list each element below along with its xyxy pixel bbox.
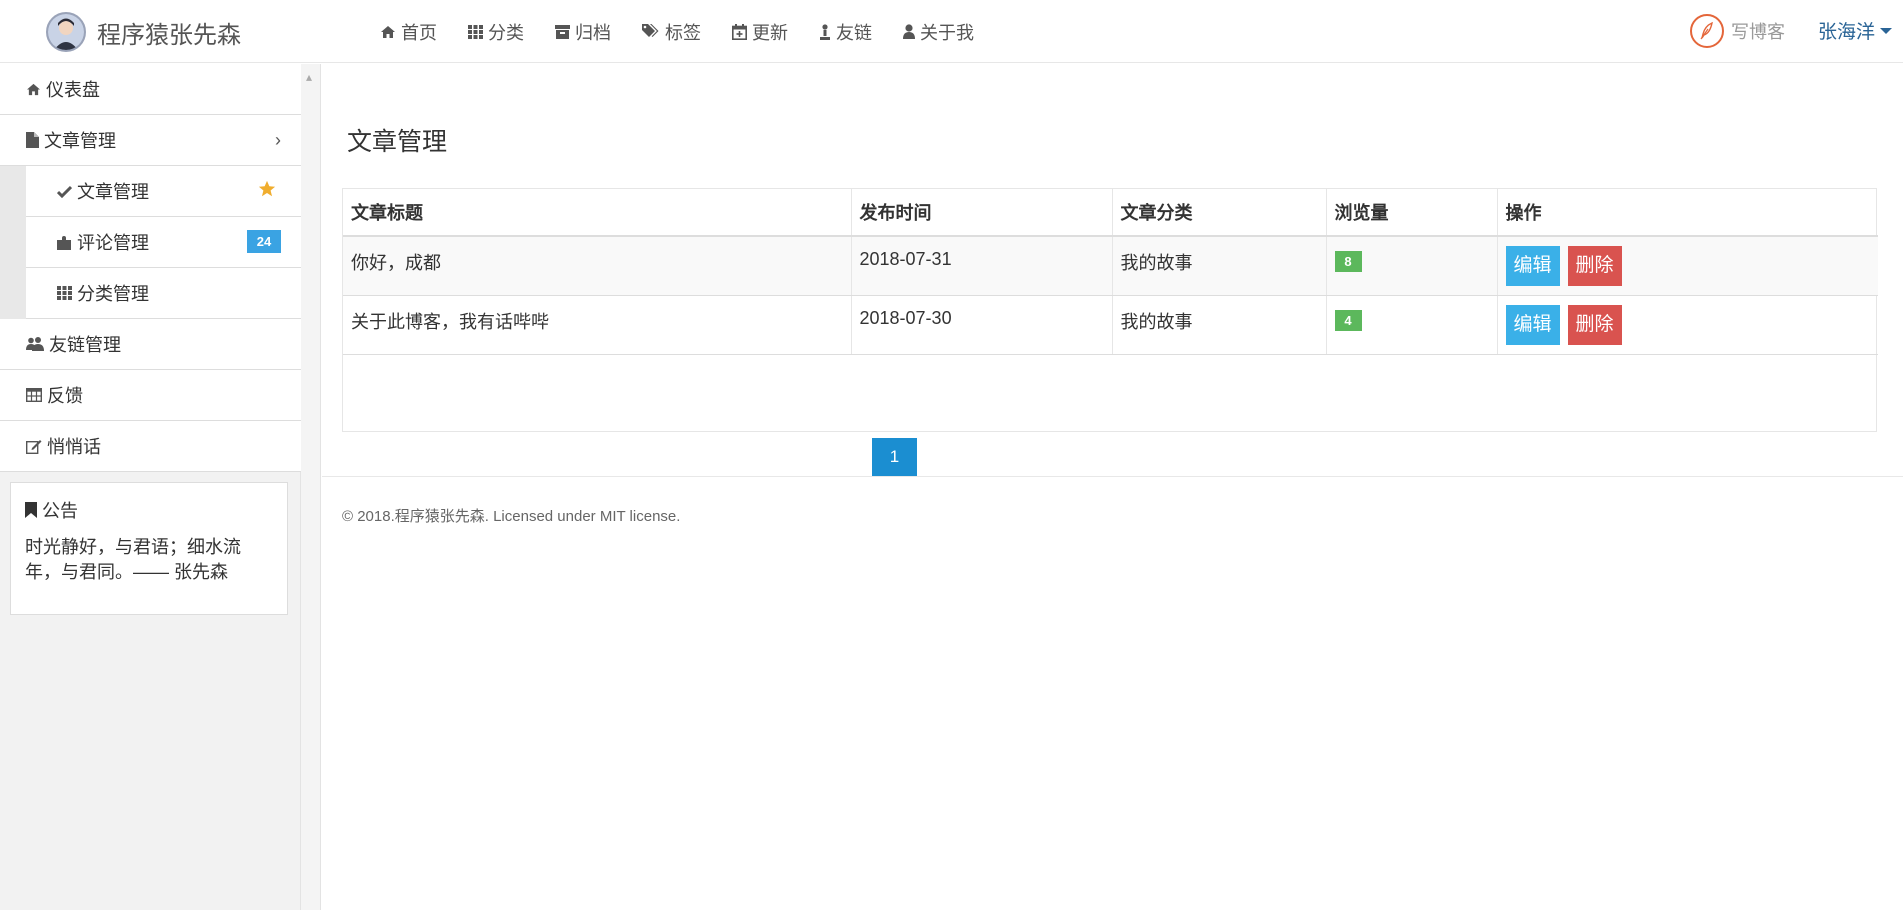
nav-label: 关于我 bbox=[920, 22, 974, 43]
main-nav: 首页 分类 归档 标签 更新 友链 关于我 bbox=[380, 0, 1005, 63]
archive-icon bbox=[555, 24, 570, 39]
sidebar-item-label: 文章管理 bbox=[44, 131, 116, 151]
cell-category: 我的故事 bbox=[1112, 236, 1327, 296]
cell-views: 8 bbox=[1326, 236, 1498, 296]
brand[interactable]: 程序猿张先森 bbox=[46, 12, 241, 52]
top-navbar: 程序猿张先森 首页 分类 归档 标签 更新 友链 关于我 写博客 张海洋 bbox=[0, 0, 1903, 63]
sidebar-item-articles[interactable]: 文章管理 › bbox=[0, 115, 301, 166]
footer-divider bbox=[322, 476, 1903, 477]
sidebar-item-label: 悄悄话 bbox=[47, 437, 101, 457]
quill-icon bbox=[1690, 14, 1724, 48]
nav-tags[interactable]: 标签 bbox=[642, 19, 701, 45]
check-icon bbox=[57, 185, 72, 198]
home-icon bbox=[27, 83, 40, 95]
edit-button[interactable]: 编辑 bbox=[1505, 246, 1560, 286]
cell-actions: 编辑 删除 bbox=[1497, 236, 1878, 296]
edit-icon bbox=[26, 439, 42, 454]
cell-views: 4 bbox=[1326, 295, 1498, 355]
nav-label: 标签 bbox=[665, 22, 701, 43]
user-menu[interactable]: 张海洋 bbox=[1818, 17, 1893, 44]
main-content: 文章管理 文章标题 发布时间 文章分类 浏览量 操作 你好，成都 2018-07… bbox=[322, 64, 1903, 910]
cell-actions: 编辑 删除 bbox=[1497, 295, 1878, 355]
sidebar-subitem-article-manage[interactable]: 文章管理 bbox=[26, 166, 301, 217]
tags-icon bbox=[642, 24, 659, 37]
nav-update[interactable]: 更新 bbox=[732, 19, 788, 45]
column-header-views: 浏览量 bbox=[1326, 189, 1498, 237]
cell-date: 2018-07-31 bbox=[851, 236, 1113, 296]
cell-date: 2018-07-30 bbox=[851, 295, 1113, 355]
grid-icon bbox=[57, 286, 72, 300]
notice-title: 公告 bbox=[25, 497, 273, 523]
bookmark-icon bbox=[25, 502, 37, 518]
grid-icon bbox=[468, 24, 483, 39]
views-badge: 4 bbox=[1334, 309, 1362, 331]
users-icon bbox=[26, 337, 44, 351]
sidebar-subitem-categories[interactable]: 分类管理 bbox=[26, 268, 301, 319]
sidebar-item-dashboard[interactable]: 仪表盘 bbox=[0, 64, 301, 115]
cell-title: 你好，成都 bbox=[343, 236, 852, 296]
column-header-date: 发布时间 bbox=[851, 189, 1113, 237]
notice-title-text: 公告 bbox=[42, 501, 78, 521]
sidebar-subitem-comments[interactable]: 评论管理 24 bbox=[26, 217, 301, 268]
sidebar-subitem-label: 分类管理 bbox=[77, 284, 149, 304]
write-blog-link[interactable]: 写博客 bbox=[1690, 12, 1785, 50]
sidebar-item-whisper[interactable]: 悄悄话 bbox=[0, 421, 301, 472]
scroll-up-icon: ▴ bbox=[306, 70, 313, 84]
nav-about[interactable]: 关于我 bbox=[903, 19, 974, 45]
pagination-page-1[interactable]: 1 bbox=[872, 438, 917, 476]
column-header-title: 文章标题 bbox=[343, 189, 852, 237]
cell-title: 关于此博客，我有话哔哔 bbox=[343, 295, 852, 355]
sidebar-item-label: 反馈 bbox=[47, 386, 83, 406]
nav-label: 分类 bbox=[488, 22, 524, 43]
submenu-indent bbox=[0, 166, 26, 319]
table-header-row: 文章标题 发布时间 文章分类 浏览量 操作 bbox=[343, 189, 1878, 237]
chevron-right-icon: › bbox=[275, 129, 281, 150]
sidebar-item-friend-links[interactable]: 友链管理 bbox=[0, 319, 301, 370]
home-icon bbox=[381, 25, 395, 38]
sidebar-subitem-label: 评论管理 bbox=[77, 233, 149, 253]
page-title: 文章管理 bbox=[347, 128, 448, 156]
user-icon bbox=[903, 24, 915, 39]
nav-label: 友链 bbox=[836, 22, 872, 43]
sidebar: 仪表盘 文章管理 › 文章管理 评论管理 24 分类管理 友链管理 反馈 悄悄话… bbox=[0, 64, 301, 910]
delete-button[interactable]: 删除 bbox=[1567, 304, 1622, 345]
nav-friend-links[interactable]: 友链 bbox=[819, 19, 872, 45]
write-blog-label: 写博客 bbox=[1731, 22, 1785, 42]
edit-button[interactable]: 编辑 bbox=[1505, 304, 1560, 345]
nav-archive[interactable]: 归档 bbox=[555, 19, 611, 45]
delete-button[interactable]: 删除 bbox=[1567, 246, 1622, 286]
puzzle-icon bbox=[57, 235, 71, 250]
sidebar-item-label: 仪表盘 bbox=[46, 80, 100, 100]
avatar bbox=[46, 12, 86, 52]
caret-down-icon bbox=[1880, 27, 1893, 34]
articles-table: 文章标题 发布时间 文章分类 浏览量 操作 你好，成都 2018-07-31 我… bbox=[342, 188, 1878, 476]
column-header-category: 文章分类 bbox=[1112, 189, 1327, 237]
table-icon bbox=[26, 388, 42, 402]
nav-label: 更新 bbox=[752, 22, 788, 43]
table-row: 关于此博客，我有话哔哔 2018-07-30 我的故事 4 编辑 删除 bbox=[343, 295, 1878, 355]
notice-panel: 公告 时光静好，与君语；细水流年，与君同。—— 张先森 bbox=[10, 482, 288, 615]
comment-count-badge: 24 bbox=[247, 230, 281, 253]
cell-category: 我的故事 bbox=[1112, 295, 1327, 355]
column-header-actions: 操作 bbox=[1497, 189, 1878, 237]
table-row: 你好，成都 2018-07-31 我的故事 8 编辑 删除 bbox=[343, 236, 1878, 296]
sidebar-scrollbar[interactable]: ▴ bbox=[301, 64, 321, 910]
file-icon bbox=[26, 132, 39, 148]
notice-text: 时光静好，与君语；细水流年，与君同。—— 张先森 bbox=[25, 537, 241, 582]
star-icon bbox=[258, 180, 276, 197]
nav-label: 首页 bbox=[401, 22, 437, 43]
nav-category[interactable]: 分类 bbox=[468, 19, 524, 45]
nav-home[interactable]: 首页 bbox=[380, 19, 437, 45]
link-person-icon bbox=[820, 23, 830, 40]
footer-copyright: © 2018.程序猿张先森. Licensed under MIT licens… bbox=[342, 508, 681, 525]
views-badge: 8 bbox=[1334, 251, 1362, 272]
nav-label: 归档 bbox=[575, 22, 611, 43]
user-name: 张海洋 bbox=[1818, 22, 1876, 43]
sidebar-subitem-label: 文章管理 bbox=[77, 182, 149, 202]
calendar-plus-icon bbox=[732, 23, 747, 40]
sidebar-item-feedback[interactable]: 反馈 bbox=[0, 370, 301, 421]
sidebar-item-label: 友链管理 bbox=[49, 335, 121, 355]
brand-name: 程序猿张先森 bbox=[97, 21, 241, 49]
